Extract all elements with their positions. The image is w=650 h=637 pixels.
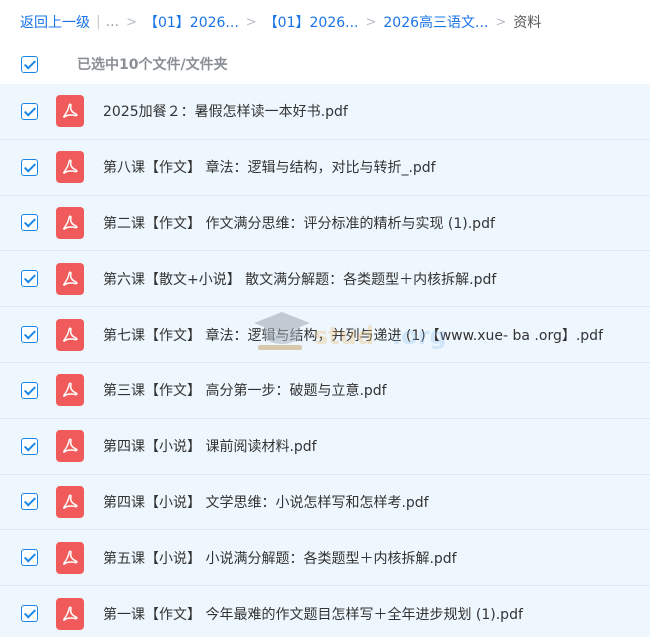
select-all-checkbox[interactable] [21, 55, 38, 73]
pdf-icon [56, 151, 84, 184]
file-checkbox[interactable] [21, 158, 38, 176]
pdf-icon [56, 374, 84, 407]
selection-count-label: 已选中10个文件/文件夹 [77, 57, 228, 73]
file-checkbox[interactable] [21, 381, 38, 399]
file-checkbox[interactable] [21, 270, 38, 288]
file-name[interactable]: 第四课【小说】 文学思维：小说怎样写和怎样考.pdf [103, 492, 429, 512]
file-name[interactable]: 第六课【散文+小说】 散文满分解题：各类题型＋内核拆解.pdf [103, 269, 496, 289]
file-row[interactable]: 第三课【作文】 高分第一步：破题与立意.pdf [0, 362, 650, 419]
breadcrumb-divider: | [96, 14, 101, 30]
breadcrumb-ellipsis[interactable]: ... [106, 14, 119, 30]
file-name[interactable]: 第五课【小说】 小说满分解题：各类题型＋内核拆解.pdf [103, 548, 457, 568]
file-list: 2025加餐２：暑假怎样读一本好书.pdf 第八课【作文】 章法：逻辑与结构，对比… [0, 84, 650, 637]
pdf-icon [56, 95, 84, 128]
file-checkbox[interactable] [21, 326, 38, 344]
file-checkbox[interactable] [21, 102, 38, 120]
pdf-icon [56, 262, 84, 295]
file-name[interactable]: 第八课【作文】 章法：逻辑与结构，对比与转折_.pdf [103, 157, 436, 177]
acrobat-glyph-icon [62, 606, 78, 621]
breadcrumb-item[interactable]: 2026高三语文... [383, 12, 488, 32]
file-name[interactable]: 第三课【作文】 高分第一步：破题与立意.pdf [103, 380, 387, 400]
file-name[interactable]: 第一课【作文】 今年最难的作文题目怎样写＋全年进步规划 (1).pdf [103, 604, 523, 624]
file-name[interactable]: 第二课【作文】 作文满分思维：评分标准的精析与实现 (1).pdf [103, 213, 495, 233]
chevron-right-icon: > [245, 14, 257, 30]
chevron-right-icon: > [365, 14, 377, 30]
acrobat-glyph-icon [62, 271, 78, 286]
pdf-icon [56, 430, 84, 463]
pdf-icon [56, 485, 84, 518]
pdf-icon [56, 541, 84, 574]
file-checkbox[interactable] [21, 493, 38, 511]
breadcrumb: 返回上一级 | ... > 【01】2026... > 【01】2026... … [0, 0, 650, 44]
chevron-right-icon: > [126, 14, 137, 30]
file-row[interactable]: 第六课【散文+小说】 散文满分解题：各类题型＋内核拆解.pdf [0, 251, 650, 308]
file-row[interactable]: 第七课【作文】 章法：逻辑与结构，并列与递进 (1)【www.xue- ba .… [0, 307, 650, 363]
acrobat-glyph-icon [62, 438, 78, 454]
acrobat-glyph-icon [62, 382, 78, 398]
acrobat-glyph-icon [62, 327, 78, 342]
file-row[interactable]: 第五课【小说】 小说满分解题：各类题型＋内核拆解.pdf [0, 530, 650, 587]
pdf-icon [56, 206, 84, 239]
file-row[interactable]: 第四课【小说】 文学思维：小说怎样写和怎样考.pdf [0, 474, 650, 531]
file-name[interactable]: 2025加餐２：暑假怎样读一本好书.pdf [103, 101, 348, 121]
breadcrumb-current: 资料 [513, 15, 542, 31]
acrobat-glyph-icon [62, 159, 78, 175]
file-checkbox[interactable] [21, 549, 38, 567]
acrobat-glyph-icon [62, 550, 78, 565]
pdf-icon [56, 318, 84, 351]
file-row[interactable]: 第一课【作文】 今年最难的作文题目怎样写＋全年进步规划 (1).pdf [0, 586, 650, 637]
file-checkbox[interactable] [21, 214, 38, 232]
file-checkbox[interactable] [21, 437, 38, 455]
acrobat-glyph-icon [62, 103, 78, 119]
file-row[interactable]: 2025加餐２：暑假怎样读一本好书.pdf [0, 84, 650, 140]
file-name[interactable]: 第七课【作文】 章法：逻辑与结构，并列与递进 (1)【www.xue- ba .… [103, 325, 603, 345]
selection-bar: 已选中10个文件/文件夹 [0, 44, 650, 84]
acrobat-glyph-icon [62, 215, 78, 230]
file-row[interactable]: 第八课【作文】 章法：逻辑与结构，对比与转折_.pdf [0, 139, 650, 196]
pdf-icon [56, 597, 84, 630]
chevron-right-icon: > [495, 14, 507, 30]
file-row[interactable]: 第四课【小说】 课前阅读材料.pdf [0, 418, 650, 475]
breadcrumb-item[interactable]: 【01】2026... [144, 12, 239, 32]
breadcrumb-item[interactable]: 【01】2026... [264, 12, 359, 32]
file-row[interactable]: 第二课【作文】 作文满分思维：评分标准的精析与实现 (1).pdf [0, 195, 650, 252]
back-link[interactable]: 返回上一级 [20, 12, 90, 32]
acrobat-glyph-icon [62, 494, 78, 509]
file-checkbox[interactable] [21, 605, 38, 623]
file-name[interactable]: 第四课【小说】 课前阅读材料.pdf [103, 436, 317, 456]
